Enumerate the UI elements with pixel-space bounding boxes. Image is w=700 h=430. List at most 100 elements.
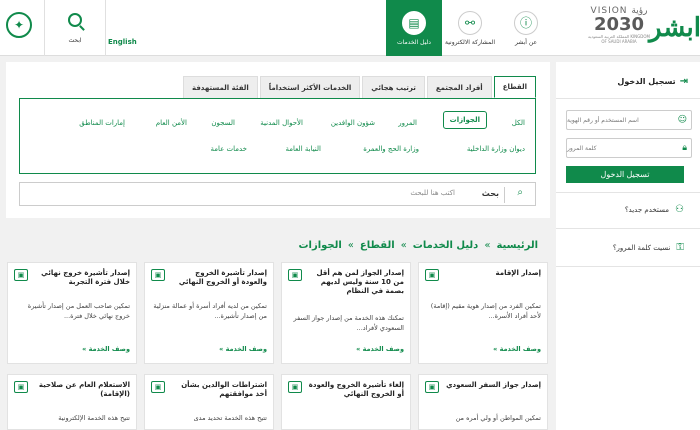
nav-participation-label: المشاركة الالكترونية	[445, 38, 495, 46]
chip-traffic[interactable]: المرور	[398, 119, 417, 127]
nav-e-participation[interactable]: ⚯ المشاركة الالكترونية	[442, 0, 498, 56]
search-placeholder: اكتب هنا للبحث	[410, 189, 455, 197]
chip-interior-ministry[interactable]: ديوان وزارة الداخلية	[467, 145, 525, 153]
search-icon: ⌕	[517, 187, 523, 198]
service-card-title: إصدار جواز السفر السعودي	[446, 381, 541, 389]
language-switch[interactable]: English	[108, 38, 137, 46]
forgot-password-link[interactable]: نسيت كلمة المرور؟ ⚿	[613, 242, 684, 253]
service-card-desc: تتيح هذه الخدمة الإلكترونية	[58, 414, 130, 422]
service-icon: ▣	[14, 269, 28, 281]
crumb-services-guide[interactable]: دليل الخدمات	[413, 240, 479, 251]
divider	[556, 228, 700, 229]
absher-logo[interactable]: ابشر	[649, 0, 700, 56]
service-card-desc: تمكين المواطن أو ولي أمره من	[455, 414, 541, 422]
service-card-title: إلغاء تأشيرة الخروج والعودة أو الخروج ال…	[308, 381, 404, 398]
service-description-link[interactable]: وصف الخدمة »	[219, 345, 267, 353]
crumb-separator: »	[484, 240, 491, 251]
service-card-desc: تمكين صاحب العمل من إصدار تأشيرة خروج نه…	[27, 302, 130, 320]
nav-services-guide[interactable]: ▤ دليل الخدمات	[386, 0, 442, 56]
chip-prisons[interactable]: السجون	[211, 119, 235, 127]
username-input[interactable]: اسم المستخدم أو رقم الهوية ☺	[566, 110, 692, 130]
service-card-title: إصدار الإقامة	[495, 269, 541, 277]
crumb-passports: الجوازات	[298, 240, 342, 251]
vision-sub-text: المملكة العربية السعودية KINGDOM OF SAUD…	[588, 34, 650, 44]
sector-chips: الكل الجوازات المرور شؤون الوافدين الأحو…	[19, 98, 536, 174]
service-search-input[interactable]: ⌕ بحث اكتب هنا للبحث	[19, 182, 536, 206]
new-user-link[interactable]: مستخدم جديد؟ ⚇	[625, 204, 684, 215]
service-card-title: إصدار تأشيرة خروج نهائي خلال فترة التجرب…	[41, 269, 130, 286]
chip-public-security[interactable]: الأمن العام	[156, 119, 187, 127]
service-icon: ▣	[288, 381, 302, 393]
login-button[interactable]: تسجيل الدخول	[566, 166, 684, 183]
service-card-desc: تتيح هذه الخدمة تحديد مدى	[193, 414, 267, 422]
chip-general-services[interactable]: خدمات عامة	[210, 145, 247, 153]
chip-passports[interactable]: الجوازات	[442, 111, 487, 129]
palm-swords-icon: ✦	[6, 12, 32, 38]
key-icon: ⚿	[676, 242, 684, 253]
service-card-desc: تمكنك هذه الخدمة من إصدار جواز السفر الس…	[293, 314, 405, 332]
login-sidebar: تسجيل الدخول ⇥ اسم المستخدم أو رقم الهوي…	[556, 62, 700, 430]
service-description-link[interactable]: وصف الخدمة »	[82, 345, 130, 353]
service-card-title: اشتراطات الوالدين بشأن أخذ موافقتهم	[181, 381, 267, 398]
chip-expats[interactable]: شؤون الوافدين	[331, 119, 375, 127]
chip-regions[interactable]: إمارات المناطق	[79, 119, 125, 127]
filter-tabs: القطاع أفراد المجتمع ترتيب هجائي الخدمات…	[182, 76, 536, 98]
crumb-separator: »	[347, 240, 354, 251]
login-icon: ⇥	[679, 76, 688, 87]
header-search-label: ابحث	[68, 36, 82, 44]
service-icon: ▣	[425, 269, 439, 281]
service-description-link[interactable]: وصف الخدمة »	[356, 345, 404, 353]
divider	[556, 98, 700, 99]
divider	[504, 187, 505, 203]
divider	[556, 192, 700, 193]
divider	[556, 266, 700, 267]
header-search-button[interactable]: ابحث	[44, 0, 106, 56]
tab-community[interactable]: أفراد المجتمع	[426, 76, 492, 98]
service-card[interactable]: ▣ إصدار الإقامة تمكين الفرد من إصدار هوي…	[418, 262, 548, 364]
forgot-password-text: نسيت كلمة المرور؟	[612, 243, 671, 252]
new-user-text: مستخدم جديد؟	[624, 205, 670, 214]
lock-icon: 🔒︎	[682, 143, 687, 153]
login-title-text: تسجيل الدخول	[617, 77, 676, 86]
breadcrumb: الرئيسية » دليل الخدمات » القطاع » الجوا…	[298, 240, 538, 251]
nav-about-absher[interactable]: ⓘ عن أبشر	[498, 0, 554, 56]
service-icon: ▣	[151, 381, 165, 393]
crumb-sector[interactable]: القطاع	[360, 240, 395, 251]
nav-services-label: دليل الخدمات	[397, 38, 431, 46]
crumb-separator: »	[400, 240, 407, 251]
password-placeholder: كلمة المرور	[567, 144, 597, 152]
service-card-title: إصدار تأشيرة الخروج والعودة أو الخروج ال…	[178, 269, 267, 286]
chip-public-prosecution[interactable]: النيابة العامة	[286, 145, 321, 153]
service-icon: ▣	[14, 381, 28, 393]
service-card[interactable]: ▣ إصدار جواز السفر السعودي تمكين المواطن…	[418, 374, 548, 430]
service-description-link[interactable]: وصف الخدمة »	[493, 345, 541, 353]
service-card[interactable]: ▣ إلغاء تأشيرة الخروج والعودة أو الخروج …	[281, 374, 411, 430]
service-card[interactable]: ▣ اشتراطات الوالدين بشأن أخذ موافقتهم تت…	[144, 374, 274, 430]
user-icon: ☺	[677, 115, 687, 125]
chip-hajj-ministry[interactable]: وزارة الحج والعمرة	[363, 145, 419, 153]
service-card[interactable]: ▣ إصدار الجواز لمن هم أقل من 10 سنة وليس…	[281, 262, 411, 364]
service-card[interactable]: ▣ إصدار تأشيرة خروج نهائي خلال فترة التج…	[7, 262, 137, 364]
tab-most-used[interactable]: الخدمات الأكثر استخداماً	[259, 76, 361, 98]
service-card[interactable]: ▣ إصدار تأشيرة الخروج والعودة أو الخروج …	[144, 262, 274, 364]
vision-year: 2030	[593, 14, 645, 35]
password-input[interactable]: كلمة المرور 🔒︎	[566, 138, 692, 158]
service-icon: ▣	[151, 269, 165, 281]
info-icon: ⓘ	[514, 10, 538, 35]
service-card[interactable]: ▣ الاستعلام العام عن صلاحية (الإقامة) تت…	[7, 374, 137, 430]
search-icon	[68, 12, 82, 27]
chip-all[interactable]: الكل	[512, 119, 525, 127]
nav-about-label: عن أبشر	[514, 38, 538, 46]
crumb-home[interactable]: الرئيسية	[496, 240, 538, 251]
tab-sector[interactable]: القطاع	[493, 76, 536, 98]
tab-target-group[interactable]: الفئة المستهدفة	[182, 76, 258, 98]
absher-logo-mark: ابشر	[649, 13, 700, 43]
service-icon: ▣	[425, 381, 439, 393]
services-filter-panel: القطاع أفراد المجتمع ترتيب هجائي الخدمات…	[6, 62, 550, 218]
chip-civil-affairs[interactable]: الأحوال المدنية	[260, 119, 303, 127]
tab-alphabetical[interactable]: ترتيب هجائي	[362, 76, 425, 98]
search-label: بحث	[481, 189, 499, 198]
book-icon: ▤	[402, 10, 426, 35]
service-card-desc: تمكين الفرد من إصدار هوية مقيم (إقامة) ل…	[430, 302, 541, 320]
service-card-desc: تمكين من لديه أفراد أسرة أو عمالة منزلية…	[153, 302, 267, 320]
